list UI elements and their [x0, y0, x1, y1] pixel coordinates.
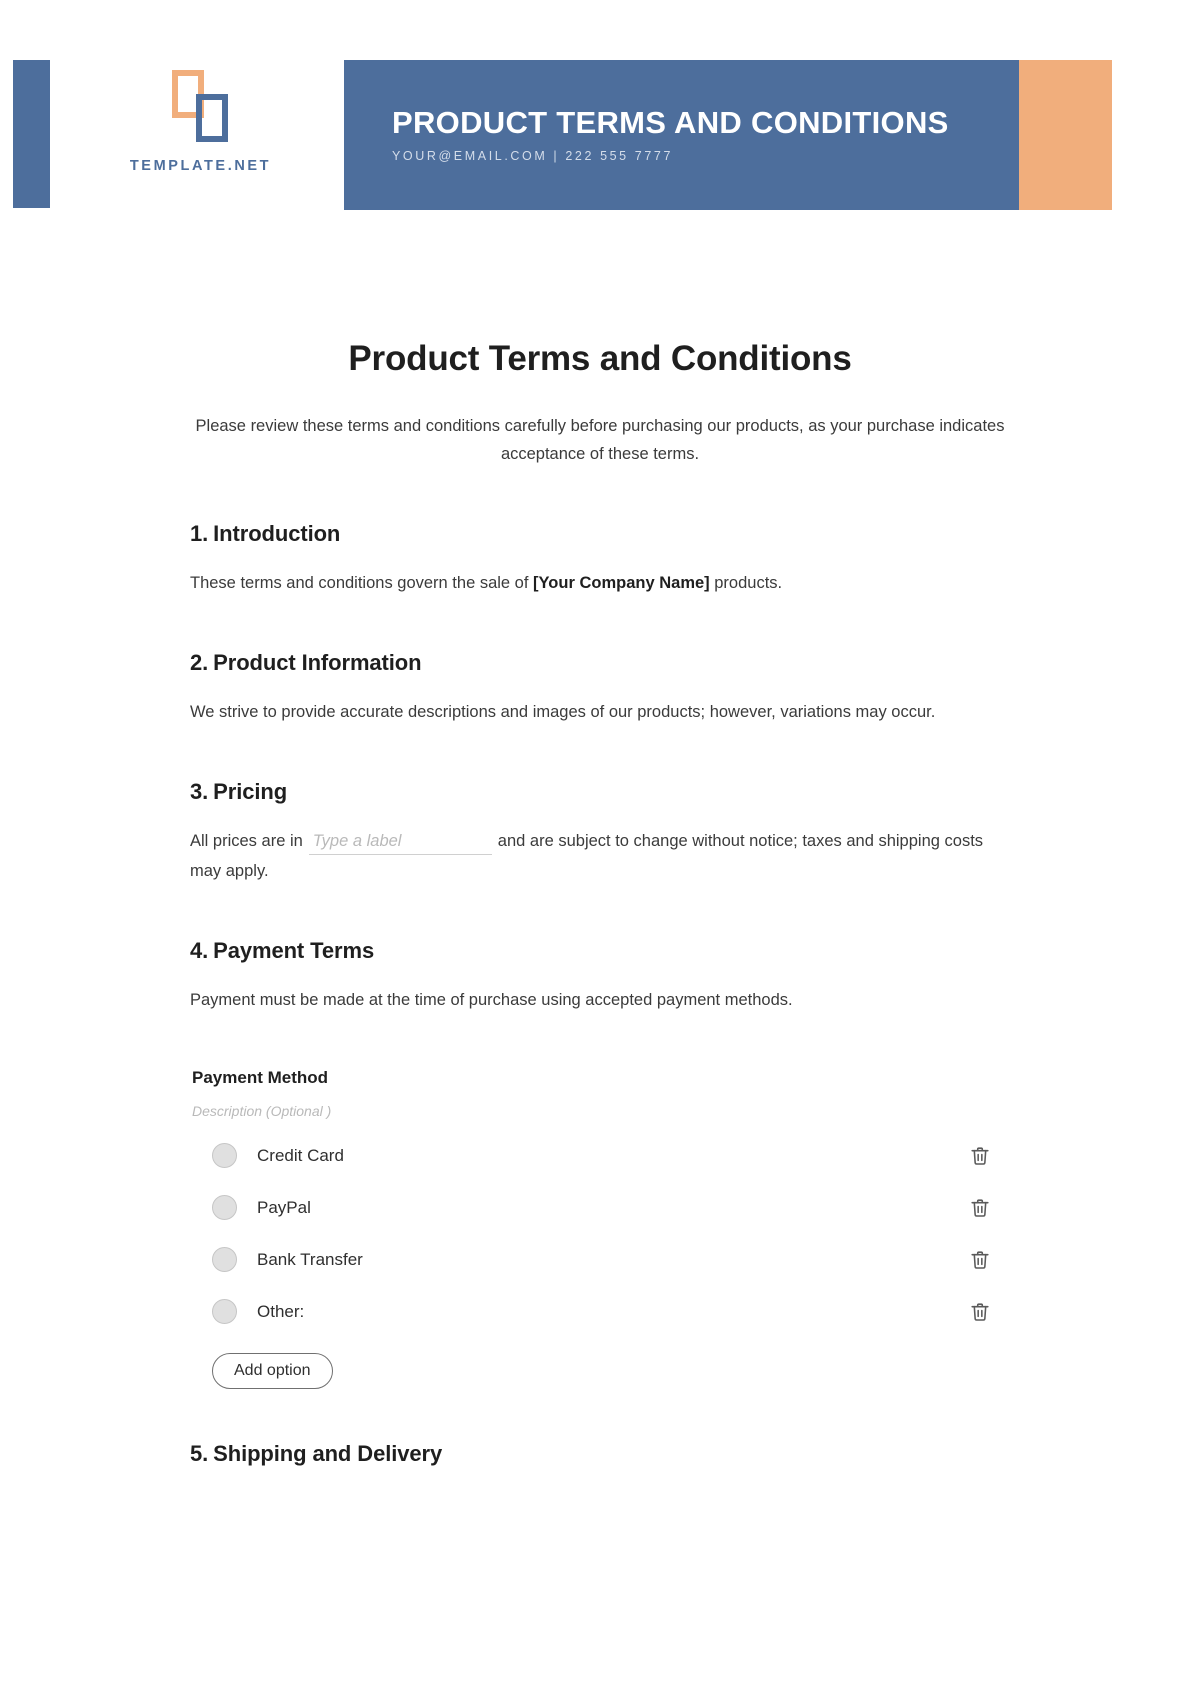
- radio-icon[interactable]: [212, 1247, 237, 1273]
- pricing-text-pre: All prices are in: [190, 832, 303, 851]
- question-description-placeholder[interactable]: Description (Optional ): [192, 1103, 1010, 1119]
- section-body-pricing: All prices are inand are subject to chan…: [190, 827, 1010, 886]
- section-body-introduction: These terms and conditions govern the sa…: [190, 569, 1010, 598]
- brand-logo: TEMPLATE.NET: [118, 70, 283, 200]
- section-number: 1.: [190, 520, 209, 546]
- section-heading-pricing: 3. Pricing: [190, 779, 1010, 805]
- template-net-logo-icon: [165, 70, 237, 144]
- section-title: Payment Terms: [213, 938, 375, 964]
- option-label: PayPal: [257, 1197, 311, 1217]
- currency-label-input[interactable]: [308, 832, 492, 856]
- trash-icon[interactable]: [968, 1248, 992, 1272]
- page-header: TEMPLATE.NET PRODUCT TERMS AND CONDITION…: [0, 0, 1200, 235]
- document-intro: Please review these terms and conditions…: [195, 417, 1005, 464]
- header-contact: YOUR@EMAIL.COM | 222 555 7777: [392, 148, 674, 163]
- option-row-other[interactable]: Other:: [190, 1297, 1010, 1327]
- header-title-band: PRODUCT TERMS AND CONDITIONS YOUR@EMAIL.…: [344, 60, 1019, 210]
- section-heading-payment-terms: 4. Payment Terms: [190, 938, 1010, 964]
- header-orange-accent: [1019, 60, 1112, 210]
- left-accent-bar: [13, 60, 50, 208]
- payment-method-question: Payment Method Description (Optional ) C…: [190, 1068, 1010, 1389]
- trash-icon[interactable]: [968, 1144, 992, 1168]
- section-body-payment-terms: Payment must be made at the time of purc…: [190, 991, 793, 1010]
- trash-icon[interactable]: [968, 1196, 992, 1220]
- section-title: Pricing: [213, 779, 288, 805]
- option-row-bank-transfer[interactable]: Bank Transfer: [190, 1245, 1010, 1275]
- add-option-button[interactable]: Add option: [212, 1352, 333, 1389]
- option-label: Other:: [257, 1301, 305, 1321]
- brand-wordmark: TEMPLATE.NET: [129, 158, 272, 174]
- section-title: Introduction: [213, 520, 341, 546]
- section-heading-shipping-and-delivery: 5. Shipping and Delivery: [190, 1441, 1010, 1467]
- section-number: 4.: [190, 938, 209, 964]
- document-body: Product Terms and Conditions Please revi…: [0, 235, 1200, 1467]
- page-title: Product Terms and Conditions: [348, 339, 852, 378]
- radio-icon[interactable]: [212, 1299, 237, 1325]
- option-label: Bank Transfer: [257, 1249, 363, 1269]
- question-title: Payment Method: [192, 1067, 329, 1087]
- option-row-credit-card[interactable]: Credit Card: [190, 1141, 1010, 1171]
- radio-icon[interactable]: [212, 1143, 237, 1169]
- intro-text-pre: These terms and conditions govern the sa…: [190, 573, 534, 592]
- section-title: Shipping and Delivery: [213, 1440, 443, 1466]
- option-row-paypal[interactable]: PayPal: [190, 1193, 1010, 1223]
- section-number: 3.: [190, 779, 209, 805]
- section-heading-product-information: 2. Product Information: [190, 650, 1010, 676]
- option-label: Credit Card: [257, 1145, 344, 1165]
- trash-icon[interactable]: [968, 1300, 992, 1324]
- company-name-placeholder: [Your Company Name]: [533, 573, 710, 592]
- section-number: 2.: [190, 650, 209, 676]
- section-heading-introduction: 1. Introduction: [190, 521, 1010, 547]
- header-title: PRODUCT TERMS AND CONDITIONS: [392, 105, 949, 141]
- intro-text-post: products.: [709, 573, 783, 592]
- section-title: Product Information: [213, 650, 422, 676]
- radio-icon[interactable]: [212, 1195, 237, 1221]
- section-number: 5.: [190, 1440, 209, 1466]
- section-body-product-information: We strive to provide accurate descriptio…: [190, 703, 936, 722]
